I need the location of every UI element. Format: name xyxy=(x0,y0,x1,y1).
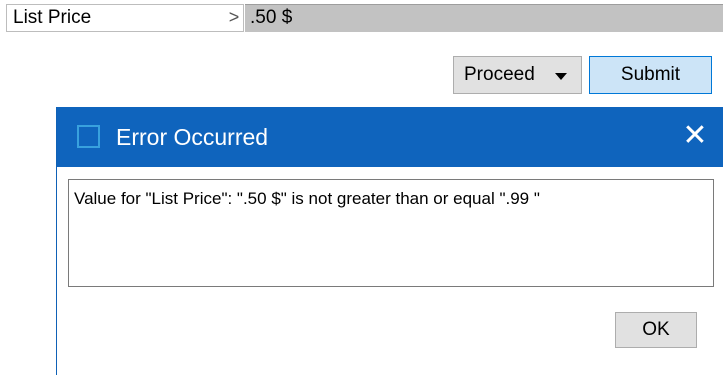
field-value[interactable]: .50 $ xyxy=(245,4,723,32)
window-icon xyxy=(77,125,100,148)
ok-button[interactable]: OK xyxy=(615,312,697,348)
error-message: Value for "List Price": ".50 $" is not g… xyxy=(68,179,714,287)
error-dialog: Error Occurred ✕ Value for "List Price":… xyxy=(56,107,723,375)
list-price-field-row: List Price > .50 $ xyxy=(0,0,723,36)
field-label: List Price xyxy=(6,4,244,32)
proceed-label: Proceed xyxy=(464,64,535,85)
chevron-down-icon xyxy=(555,73,567,80)
dialog-title: Error Occurred xyxy=(116,124,269,150)
close-icon[interactable]: ✕ xyxy=(677,119,713,155)
dialog-titlebar[interactable]: Error Occurred ✕ xyxy=(57,107,723,167)
submit-button[interactable]: Submit xyxy=(589,56,712,94)
proceed-dropdown-button[interactable]: Proceed xyxy=(453,56,582,94)
chevron-right-icon[interactable]: > xyxy=(224,4,244,32)
